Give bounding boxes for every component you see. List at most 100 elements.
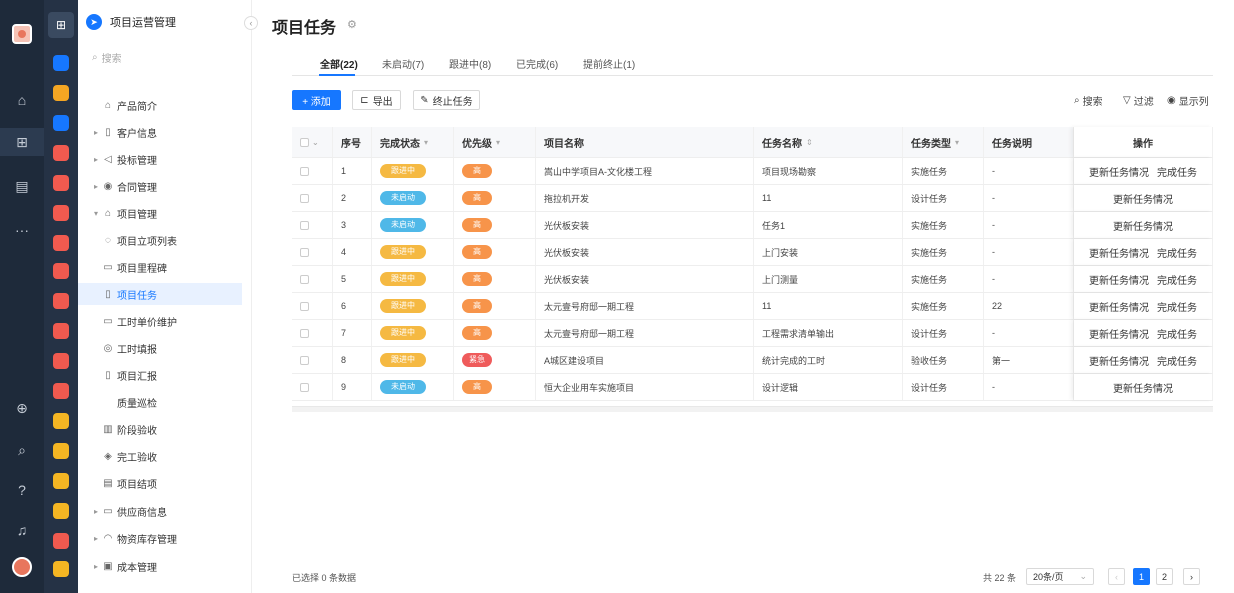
sidebar-item[interactable]: ◌ 项目立项列表	[78, 229, 242, 251]
sidebar-item[interactable]: 质量巡检	[78, 391, 242, 413]
bell-icon[interactable]: ♫	[0, 516, 44, 544]
header-task[interactable]: 任务名称 ⇕	[754, 127, 903, 157]
horizontal-scrollbar[interactable]	[292, 406, 1213, 412]
export-button[interactable]: ⊏ 导出	[352, 90, 401, 110]
row-checkbox[interactable]	[300, 355, 309, 365]
app-icon[interactable]	[53, 85, 69, 101]
sidebar-item[interactable]: ▤ 项目结项	[78, 472, 242, 494]
tab-completed[interactable]: 已完成(6)	[516, 56, 558, 71]
filter-caret-icon[interactable]: ▾	[424, 138, 428, 147]
prev-page-button[interactable]: ‹	[1108, 568, 1125, 585]
complete-task-link[interactable]: 完成任务	[1157, 299, 1197, 314]
row-checkbox[interactable]	[300, 274, 309, 284]
sidebar-item[interactable]: ▯ 项目汇报	[78, 364, 242, 386]
update-task-link[interactable]: 更新任务情况	[1089, 353, 1149, 368]
select-all-checkbox[interactable]	[300, 137, 309, 147]
tab-following[interactable]: 跟进中(8)	[449, 56, 491, 71]
apps-grid-icon[interactable]: ⊞	[0, 128, 44, 156]
filter-caret-icon[interactable]: ▾	[496, 138, 500, 147]
complete-task-link[interactable]: 完成任务	[1157, 353, 1197, 368]
next-page-button[interactable]: ›	[1183, 568, 1200, 585]
sidebar-item[interactable]: ◎ 工时填报	[78, 337, 242, 359]
tab-not-started[interactable]: 未启动(7)	[382, 56, 424, 71]
update-task-link[interactable]: 更新任务情况	[1113, 191, 1173, 206]
filter-tool[interactable]: ▽ 过滤	[1123, 93, 1154, 108]
row-checkbox[interactable]	[300, 220, 309, 230]
add-circle-icon[interactable]: ⊕	[0, 394, 44, 422]
page-size-select[interactable]: 20条/页 ⌄	[1026, 568, 1094, 585]
app-icon[interactable]	[53, 561, 69, 577]
app-icon[interactable]	[53, 293, 69, 309]
more-icon[interactable]: ···	[0, 216, 44, 244]
search-icon[interactable]: ⌕	[0, 436, 44, 464]
update-task-link[interactable]: 更新任务情况	[1089, 272, 1149, 287]
complete-task-link[interactable]: 完成任务	[1157, 245, 1197, 260]
filter-caret-icon[interactable]: ▾	[955, 138, 959, 147]
sidebar-item[interactable]: ▯ 项目任务	[78, 283, 242, 305]
complete-task-link[interactable]: 完成任务	[1157, 272, 1197, 287]
columns-tool[interactable]: ◉ 显示列	[1167, 93, 1209, 108]
table-row[interactable]: 4 跟进中 高 光伏板安装 上门安装 实施任务 - 更新任务情况 完成任务	[292, 239, 1213, 266]
settings-gear-icon[interactable]: ⚙	[347, 18, 357, 31]
complete-task-link[interactable]: 完成任务	[1157, 326, 1197, 341]
row-checkbox[interactable]	[300, 328, 309, 338]
app-icon[interactable]	[53, 205, 69, 221]
document-icon[interactable]: ▤	[0, 172, 44, 200]
app-icon[interactable]	[53, 503, 69, 519]
sidebar-item[interactable]: ◈ 完工验收	[78, 445, 242, 467]
table-row[interactable]: 5 跟进中 高 光伏板安装 上门测量 实施任务 - 更新任务情况 完成任务	[292, 266, 1213, 293]
header-priority[interactable]: 优先级 ▾	[454, 127, 536, 157]
sidebar-item[interactable]: ▸ ▣ 成本管理	[78, 555, 242, 577]
sidebar-item[interactable]: ▸ ◁ 投标管理	[78, 148, 242, 170]
update-task-link[interactable]: 更新任务情况	[1089, 245, 1149, 260]
page-1-button[interactable]: 1	[1133, 568, 1150, 585]
add-button[interactable]: + 添加	[292, 90, 341, 110]
row-checkbox[interactable]	[300, 382, 309, 392]
table-row[interactable]: 2 未启动 高 拖拉机开发 11 设计任务 - 更新任务情况	[292, 185, 1213, 212]
help-icon[interactable]: ?	[0, 476, 44, 504]
complete-task-link[interactable]: 完成任务	[1157, 164, 1197, 179]
app-icon[interactable]	[53, 473, 69, 489]
terminate-task-button[interactable]: ✎ 终止任务	[413, 90, 480, 110]
row-checkbox[interactable]	[300, 247, 309, 257]
header-select-all[interactable]: ⌄	[292, 127, 333, 157]
row-checkbox[interactable]	[300, 166, 309, 176]
sidebar-item[interactable]: ▸ ▯ 客户信息	[78, 121, 242, 143]
sidebar-item[interactable]: ▭ 项目里程碑	[78, 256, 242, 278]
home-icon[interactable]: ⌂	[0, 86, 44, 114]
app-icon[interactable]	[53, 323, 69, 339]
app-icon[interactable]	[53, 145, 69, 161]
app-icon[interactable]	[53, 55, 69, 71]
update-task-link[interactable]: 更新任务情况	[1113, 380, 1173, 395]
tab-all[interactable]: 全部(22)	[320, 56, 358, 71]
update-task-link[interactable]: 更新任务情况	[1089, 326, 1149, 341]
app-icon[interactable]	[53, 383, 69, 399]
update-task-link[interactable]: 更新任务情况	[1089, 299, 1149, 314]
app-icon[interactable]	[53, 175, 69, 191]
user-avatar[interactable]	[12, 24, 32, 44]
table-row[interactable]: 9 未启动 高 恒大企业用车实施项目 设计逻辑 设计任务 - 更新任务情况	[292, 374, 1213, 401]
sidebar-item[interactable]: ▥ 阶段验收	[78, 418, 242, 440]
app-icon[interactable]	[53, 533, 69, 549]
sidebar-item[interactable]: ▭ 工时单价维护	[78, 310, 242, 332]
header-type[interactable]: 任务类型 ▾	[903, 127, 984, 157]
table-row[interactable]: 3 未启动 高 光伏板安装 任务1 实施任务 - 更新任务情况	[292, 212, 1213, 239]
sidebar-item[interactable]: ⌂ 产品简介	[78, 94, 242, 116]
app-icon[interactable]	[53, 235, 69, 251]
app-icon[interactable]	[53, 413, 69, 429]
app-icon[interactable]	[53, 443, 69, 459]
table-row[interactable]: 6 跟进中高太元壹号府邸一期工程 11 实施任务 22 更新任务情况 完成任务	[292, 293, 1213, 320]
update-task-link[interactable]: 更新任务情况	[1113, 218, 1173, 233]
app-icon[interactable]	[53, 353, 69, 369]
table-row[interactable]: 8 跟进中 紧急 A城区建设项目 统计完成的工时 验收任务 第一 更新任务情况 完成任务	[292, 347, 1213, 374]
sidebar-item[interactable]: ▸ ◠ 物资库存管理	[78, 527, 242, 549]
app-grid-button[interactable]: ⊞	[48, 12, 74, 38]
table-row[interactable]: 1 跟进中 高 嵩山中学项目A-文化楼工程 项目现场勘察 实施任务 - 更新任务情况 完成任务	[292, 158, 1213, 185]
sort-icon[interactable]: ⇕	[806, 138, 813, 147]
header-status[interactable]: 完成状态 ▾	[372, 127, 454, 157]
bottom-avatar[interactable]	[12, 557, 32, 577]
sidebar-item[interactable]: ▾ ⌂ 项目管理	[78, 202, 242, 224]
table-row[interactable]: 7 跟进中 高 太元壹号府邸一期工程 工程需求清单输出 设计任务 - 更新任务情况 完成任务	[292, 320, 1213, 347]
sidebar-search[interactable]: ⌕ 搜索	[92, 48, 232, 66]
sidebar-item[interactable]: ▸ ▭ 供应商信息	[78, 500, 242, 522]
